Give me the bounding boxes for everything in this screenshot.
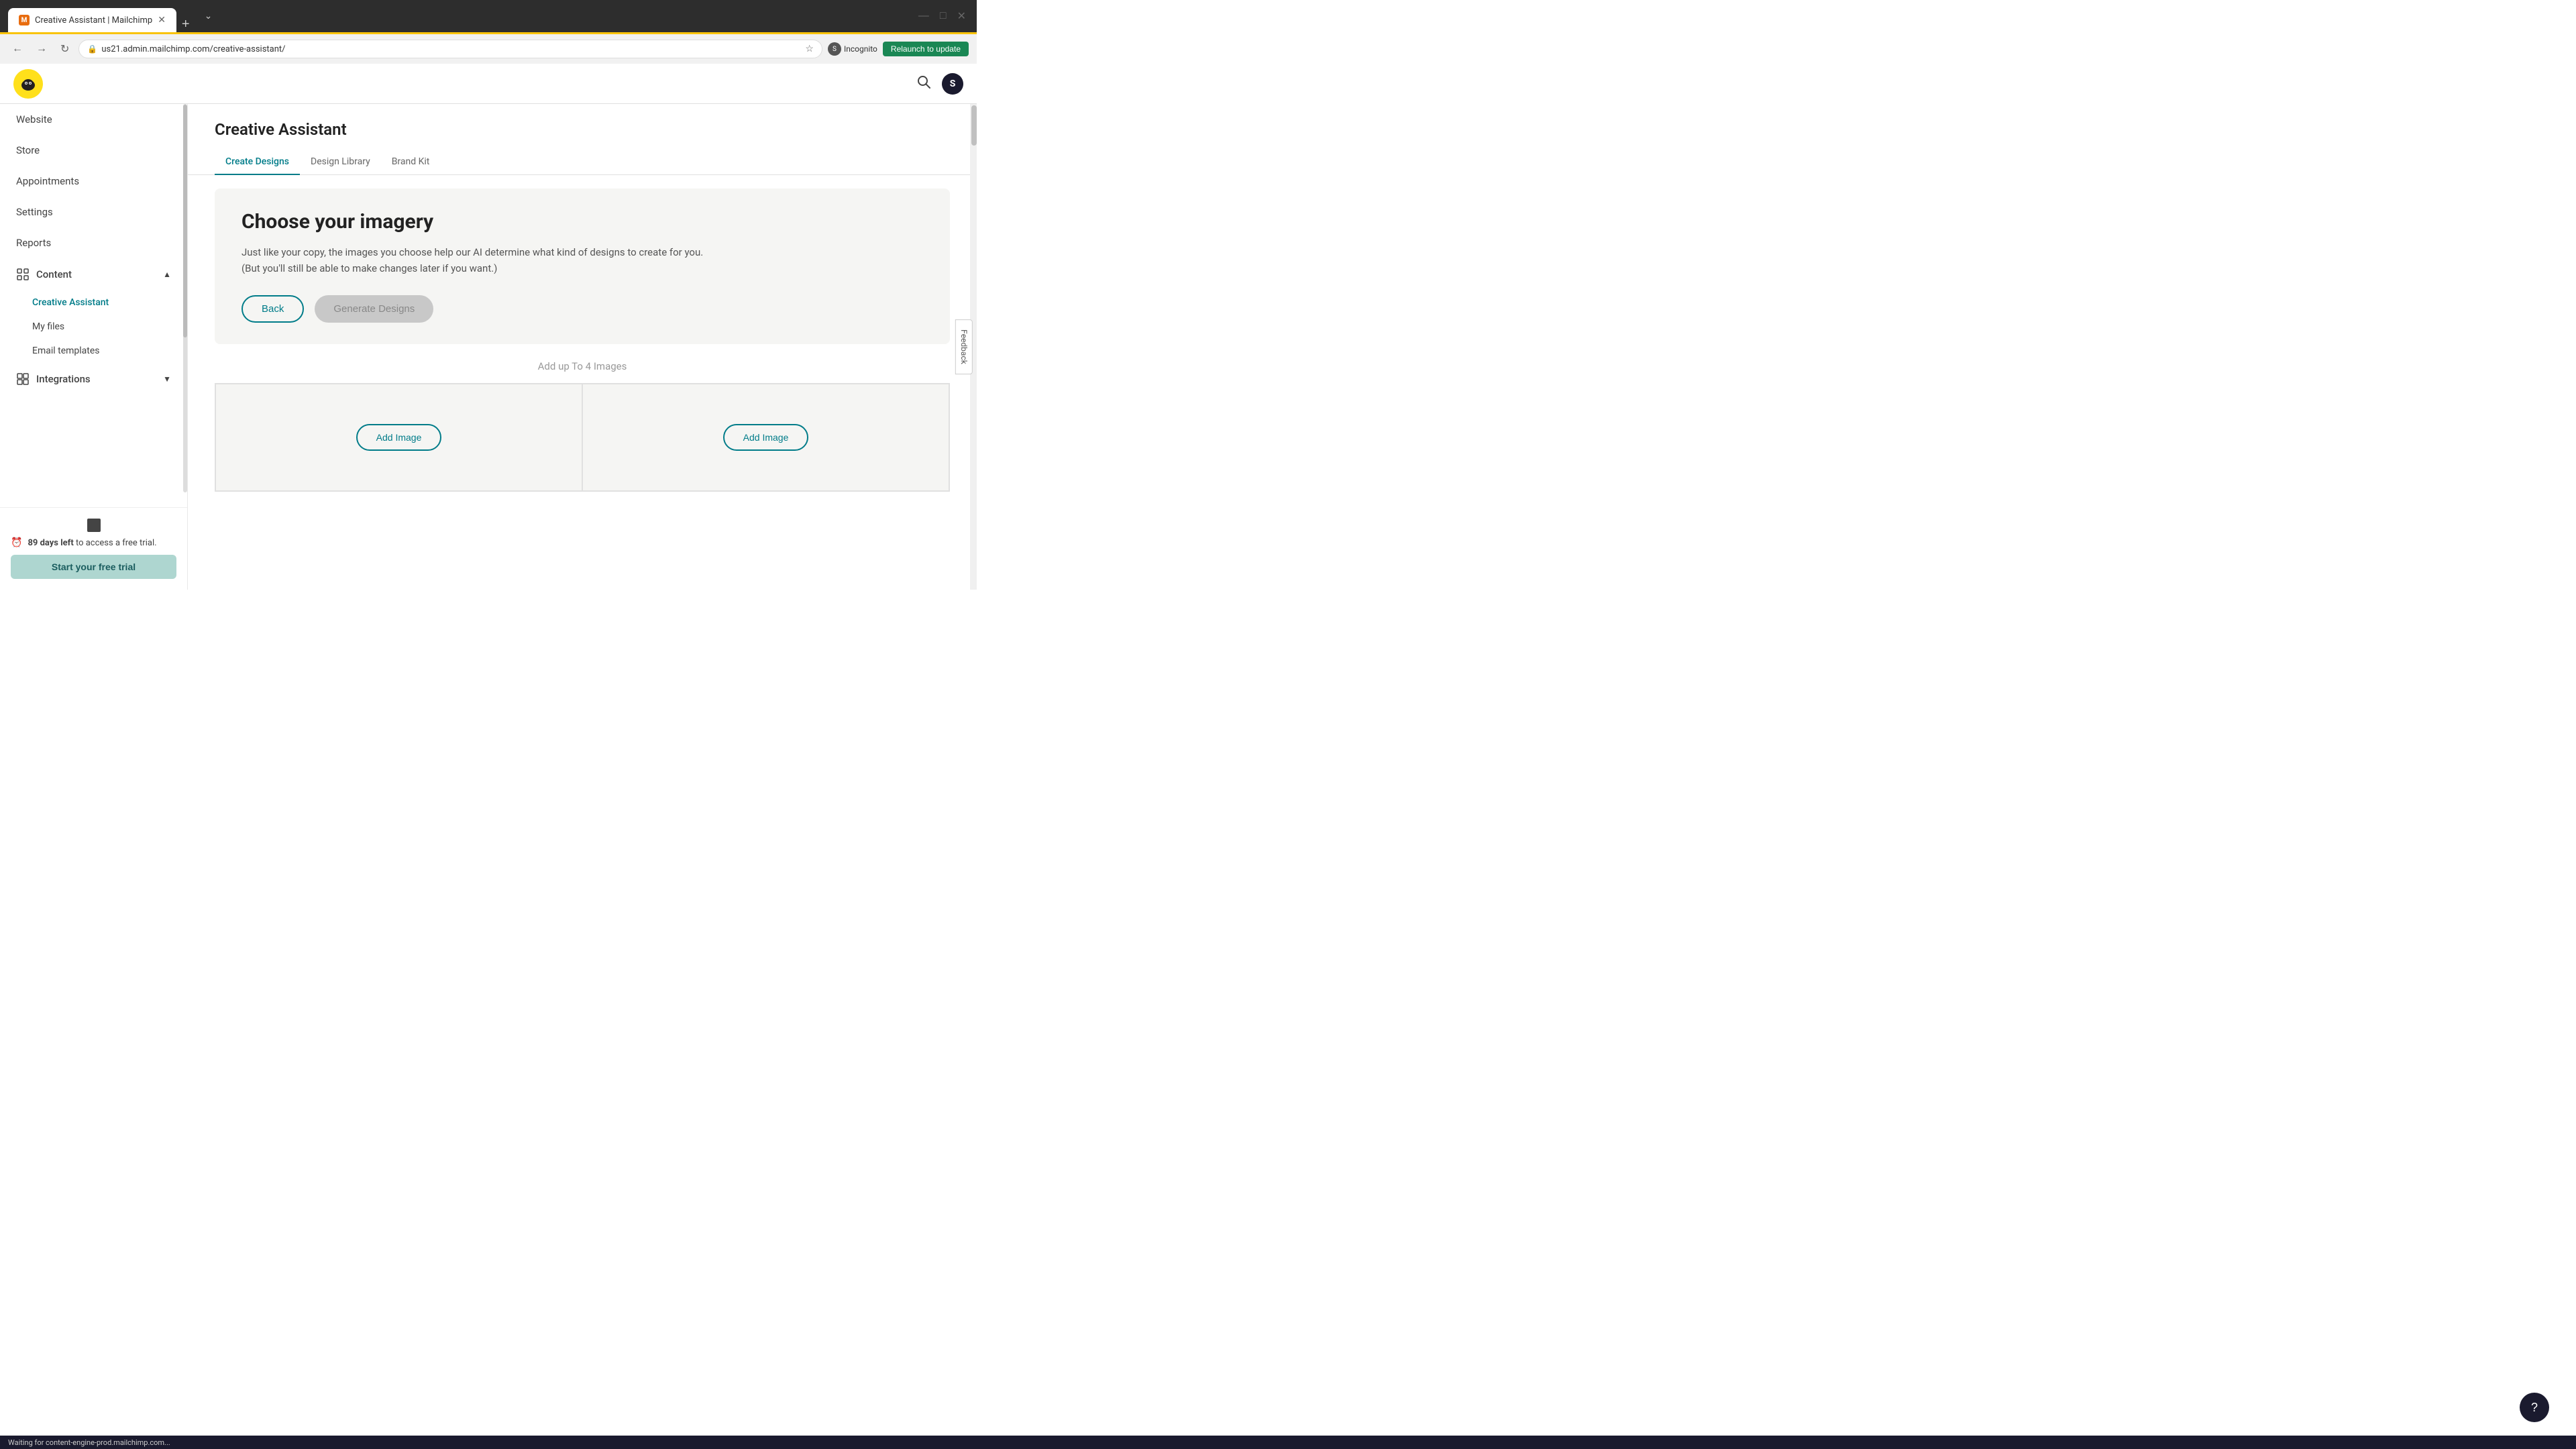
back-nav-button[interactable]: ← [8,40,27,58]
url-text: us21.admin.mailchimp.com/creative-assist… [101,44,801,54]
new-tab-button[interactable]: + [176,17,195,32]
sidebar-item-reports[interactable]: Reports [0,227,187,258]
trial-days-bold: 89 days left [28,538,73,548]
sidebar: Website Store Appointments Settings Repo… [0,104,188,590]
app-header: S [0,64,977,104]
tab-title: Creative Assistant | Mailchimp [35,15,152,25]
main-content: Creative Assistant Create Designs Design… [188,104,977,590]
image-cell-2: Add Image [582,384,949,491]
status-text: Waiting for content-engine-prod.mailchim… [8,1438,170,1447]
app-layout: Website Store Appointments Settings Repo… [0,104,977,590]
sidebar-sub-label: My files [32,321,64,332]
avatar[interactable]: S [942,73,963,95]
tab-favicon: M [19,15,30,25]
status-bar: Waiting for content-engine-prod.mailchim… [0,1436,2576,1449]
chevron-down-icon: ▼ [163,374,171,384]
sidebar-sub-email-templates[interactable]: Email templates [0,339,187,363]
search-icon [916,74,931,89]
sidebar-sub-label: Email templates [32,345,100,356]
add-image-button-1[interactable]: Add Image [356,424,442,451]
nav-right: S Incognito Relaunch to update [828,42,969,56]
page-header: Creative Assistant [188,104,977,139]
image-cell-1: Add Image [215,384,582,491]
mailchimp-logo[interactable] [13,69,43,99]
sidebar-item-store[interactable]: Store [0,135,187,166]
tab-more-icon[interactable]: ⌄ [201,11,217,21]
browser-nav: ← → ↻ 🔒 us21.admin.mailchimp.com/creativ… [0,34,977,64]
incognito-label: Incognito [844,44,877,54]
generate-designs-button[interactable]: Generate Designs [315,295,433,323]
sidebar-section-integrations[interactable]: Integrations ▼ [0,363,187,395]
sidebar-item-label: Reports [16,237,51,249]
tab-close-button[interactable]: ✕ [158,15,166,25]
content-icon [17,268,29,280]
forward-nav-button[interactable]: → [32,40,51,58]
relaunch-button[interactable]: Relaunch to update [883,42,969,56]
right-scrollbar-thumb [971,105,977,146]
trial-days-text: ⏰ 89 days left to access a free trial. [11,537,176,548]
lock-icon: 🔒 [87,44,97,54]
add-images-label: Add up To 4 Images [215,360,950,372]
chevron-up-icon: ▲ [163,270,171,279]
feedback-tab[interactable]: Feedback [955,319,973,374]
tab-design-library[interactable]: Design Library [300,150,381,175]
sidebar-bottom-panel-icon [87,519,101,532]
minimize-button[interactable]: — [916,7,932,25]
content-section-icon [16,268,30,281]
close-window-button[interactable]: ✕ [955,7,969,25]
browser-tabs: M Creative Assistant | Mailchimp ✕ + [8,0,195,32]
content-area: Choose your imagery Just like your copy,… [188,175,977,505]
integrations-section-icon [16,372,30,386]
sidebar-item-label: Settings [16,206,53,218]
image-grid: Add Image Add Image [215,383,950,492]
incognito-icon: S [828,42,841,56]
sidebar-item-website[interactable]: Website [0,104,187,135]
browser-chrome: M Creative Assistant | Mailchimp ✕ + ⌄ —… [0,0,977,32]
sidebar-item-settings[interactable]: Settings [0,197,187,227]
sidebar-item-label: Website [16,113,52,125]
freddie-icon [19,74,38,93]
tab-brand-kit[interactable]: Brand Kit [381,150,441,175]
sidebar-item-label: Appointments [16,175,79,187]
imagery-card: Choose your imagery Just like your copy,… [215,189,950,344]
sidebar-sub-label: Creative Assistant [32,297,109,308]
content-section-label: Content [36,268,72,280]
sidebar-sub-my-files[interactable]: My files [0,315,187,339]
sidebar-scrollbar[interactable] [183,104,187,492]
incognito-indicator: S Incognito [828,42,877,56]
add-image-button-2[interactable]: Add Image [723,424,809,451]
sidebar-item-appointments[interactable]: Appointments [0,166,187,197]
address-bar[interactable]: 🔒 us21.admin.mailchimp.com/creative-assi… [78,40,822,58]
sidebar-sub-creative-assistant[interactable]: Creative Assistant [0,290,187,315]
search-button[interactable] [916,74,931,93]
sidebar-scrollbar-thumb [183,105,187,338]
back-button[interactable]: Back [241,295,304,323]
imagery-title: Choose your imagery [241,210,923,233]
restore-button[interactable]: □ [937,7,949,25]
trial-days-rest: to access a free trial. [74,538,157,548]
help-button[interactable]: ? [2520,1393,2549,1422]
action-buttons: Back Generate Designs [241,295,923,323]
tabs: Create Designs Design Library Brand Kit [188,150,977,175]
start-trial-button[interactable]: Start your free trial [11,555,176,579]
integrations-section-label: Integrations [36,373,91,385]
reload-button[interactable]: ↻ [56,40,73,58]
add-images-section: Add up To 4 Images Add Image Add Image [215,360,950,492]
page-title: Creative Assistant [215,120,950,139]
sidebar-section-content[interactable]: Content ▲ [0,258,187,290]
header-right: S [916,73,963,95]
tab-create-designs[interactable]: Create Designs [215,150,300,175]
bookmark-icon[interactable]: ☆ [805,44,814,54]
sidebar-item-label: Store [16,144,40,156]
active-tab[interactable]: M Creative Assistant | Mailchimp ✕ [8,8,176,32]
integrations-icon [17,373,29,385]
imagery-description: Just like your copy, the images you choo… [241,244,711,276]
clock-icon: ⏰ [11,537,22,548]
